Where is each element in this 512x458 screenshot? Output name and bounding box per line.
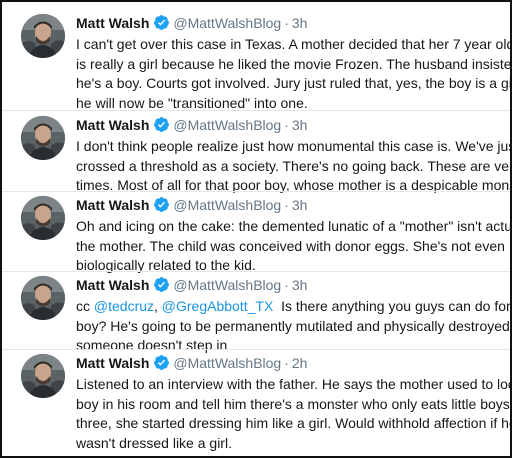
profile-photo-icon bbox=[21, 276, 65, 320]
profile-photo-icon bbox=[21, 196, 65, 240]
author-name[interactable]: Matt Walsh bbox=[76, 355, 149, 371]
profile-photo-icon bbox=[21, 14, 65, 58]
timestamp[interactable]: 3h bbox=[292, 117, 308, 133]
mention-prefix: cc bbox=[76, 298, 94, 314]
verified-badge-icon bbox=[153, 196, 170, 217]
tweet-text-line: Listened to an interview with the father… bbox=[76, 376, 512, 392]
tweet-text-line: someone doesn't step in bbox=[76, 337, 228, 353]
tweet-header: Matt Walsh @MattWalshBlog · 3h bbox=[76, 276, 307, 294]
mention-separator: , bbox=[154, 298, 162, 314]
separator-dot: · bbox=[284, 117, 289, 133]
tweet-text-line: crossed a threshold as a society. There'… bbox=[76, 157, 512, 174]
tweet-header: Matt Walsh @MattWalshBlog · 2h bbox=[76, 354, 307, 372]
tweet-divider bbox=[2, 110, 510, 111]
tweet-header: Matt Walsh @MattWalshBlog · 3h bbox=[76, 196, 307, 214]
tweet-text-line: biologically related to the kid. bbox=[76, 257, 256, 273]
tweet-text-rest: Is there anything you guys can do for th… bbox=[273, 298, 512, 314]
tweet-divider bbox=[2, 349, 510, 350]
tweet-text-line: he's a boy. Courts got involved. Jury ju… bbox=[76, 75, 512, 91]
avatar[interactable] bbox=[21, 276, 65, 320]
tweet-divider bbox=[2, 191, 510, 192]
separator-dot: · bbox=[284, 15, 289, 31]
author-name[interactable]: Matt Walsh bbox=[76, 117, 149, 133]
profile-photo-icon bbox=[21, 116, 65, 160]
author-handle[interactable]: @MattWalshBlog bbox=[173, 355, 281, 371]
author-name[interactable]: Matt Walsh bbox=[76, 197, 149, 213]
tweet-text: Oh and icing on the cake: the demented l… bbox=[76, 217, 512, 276]
verified-badge-icon bbox=[153, 276, 170, 297]
mention-link-gregabbott[interactable]: @GregAbbott_TX bbox=[162, 298, 274, 314]
separator-dot: · bbox=[284, 277, 289, 293]
avatar[interactable] bbox=[21, 354, 65, 398]
tweet-text-line: three, she started dressing him like a g… bbox=[76, 415, 512, 431]
verified-badge-icon bbox=[153, 116, 170, 137]
author-handle[interactable]: @MattWalshBlog bbox=[173, 197, 281, 213]
verified-badge-icon bbox=[153, 354, 170, 375]
tweet-text-line: I can't get over this case in Texas. A m… bbox=[76, 36, 512, 52]
tweet-text-line: boy? He's going to be permanently mutila… bbox=[76, 317, 512, 334]
author-handle[interactable]: @MattWalshBlog bbox=[173, 277, 281, 293]
avatar[interactable] bbox=[21, 14, 65, 58]
tweet-text-line: boy in his room and tell him there's a m… bbox=[76, 395, 512, 412]
tweet-text-line: the mother. The child was conceived with… bbox=[76, 237, 505, 254]
tweet-text-line: times. Most of all for that poor boy, wh… bbox=[76, 177, 512, 193]
tweet-text: Listened to an interview with the father… bbox=[76, 375, 512, 453]
tweet-divider bbox=[2, 271, 510, 272]
author-name[interactable]: Matt Walsh bbox=[76, 15, 149, 31]
verified-badge-icon bbox=[153, 14, 170, 35]
avatar[interactable] bbox=[21, 116, 65, 160]
tweet-text-line: I don't think people realize just how mo… bbox=[76, 138, 512, 154]
tweet-text: cc @tedcruz, @GregAbbott_TX Is there any… bbox=[76, 297, 512, 356]
tweet-text-line: Oh and icing on the cake: the demented l… bbox=[76, 218, 512, 234]
tweet-text: I don't think people realize just how mo… bbox=[76, 137, 512, 196]
author-handle[interactable]: @MattWalshBlog bbox=[173, 117, 281, 133]
tweet-text: I can't get over this case in Texas. A m… bbox=[76, 35, 512, 113]
author-handle[interactable]: @MattWalshBlog bbox=[173, 15, 281, 31]
author-name[interactable]: Matt Walsh bbox=[76, 277, 149, 293]
separator-dot: · bbox=[284, 197, 289, 213]
separator-dot: · bbox=[284, 355, 289, 371]
profile-photo-icon bbox=[21, 354, 65, 398]
tweet-text-line: is really a girl because he liked the mo… bbox=[76, 55, 512, 72]
timestamp[interactable]: 2h bbox=[292, 355, 308, 371]
timestamp[interactable]: 3h bbox=[292, 277, 308, 293]
tweet-header: Matt Walsh @MattWalshBlog · 3h bbox=[76, 116, 307, 134]
timestamp[interactable]: 3h bbox=[292, 197, 308, 213]
mention-link-tedcruz[interactable]: @tedcruz bbox=[94, 298, 154, 314]
tweet-text-line: wasn't dressed like a girl. bbox=[76, 434, 232, 451]
timestamp[interactable]: 3h bbox=[292, 15, 308, 31]
avatar[interactable] bbox=[21, 196, 65, 240]
tweet-text-line: cc @tedcruz, @GregAbbott_TX Is there any… bbox=[76, 297, 510, 317]
tweet-header: Matt Walsh @MattWalshBlog · 3h bbox=[76, 14, 307, 32]
tweet-thread: Matt Walsh @MattWalshBlog · 3h I can't get … bbox=[0, 0, 512, 458]
